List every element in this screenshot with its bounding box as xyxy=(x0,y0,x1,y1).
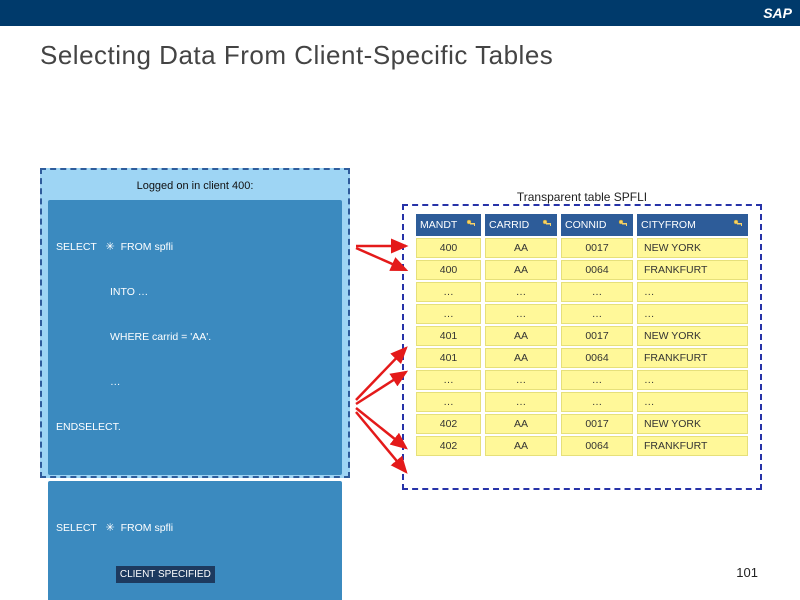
key-icon xyxy=(617,218,629,230)
col-cityfrom: CITYFROM xyxy=(637,214,748,236)
table-row: 401AA0064FRANKFURT xyxy=(416,348,748,368)
table-cell: … xyxy=(561,282,633,302)
code-line: INTO … xyxy=(56,285,334,300)
code-block-2: SELECT FROM spfli CLIENT SPECIFIED INTO … xyxy=(48,481,342,600)
table-cell: AA xyxy=(485,238,557,258)
page-title: Selecting Data From Client-Specific Tabl… xyxy=(40,40,553,71)
asterisk-icon xyxy=(103,522,118,534)
code-line: SELECT FROM spfli xyxy=(56,240,334,255)
code-line: CLIENT SPECIFIED xyxy=(56,566,334,583)
table-cell: … xyxy=(416,392,481,412)
key-icon xyxy=(465,218,477,230)
table-row: ………… xyxy=(416,392,748,412)
table-cell: … xyxy=(416,304,481,324)
col-carrid: CARRID xyxy=(485,214,557,236)
table-cell: … xyxy=(561,370,633,390)
table-cell: … xyxy=(485,370,557,390)
table-cell: … xyxy=(637,392,748,412)
table-row: 401AA0017NEW YORK xyxy=(416,326,748,346)
table-cell: 0064 xyxy=(561,260,633,280)
code-panel: Logged on in client 400: SELECT FROM spf… xyxy=(40,168,350,478)
table-cell: … xyxy=(416,370,481,390)
table-cell: … xyxy=(637,370,748,390)
table-row: ………… xyxy=(416,282,748,302)
key-icon xyxy=(732,218,744,230)
table-cell: AA xyxy=(485,326,557,346)
table-cell: 0017 xyxy=(561,326,633,346)
table-cell: 402 xyxy=(416,436,481,456)
client-specified-badge: CLIENT SPECIFIED xyxy=(116,566,215,583)
table-row: 400AA0017NEW YORK xyxy=(416,238,748,258)
table-cell: AA xyxy=(485,414,557,434)
table-row: 402AA0064FRANKFURT xyxy=(416,436,748,456)
table-cell: 0064 xyxy=(561,348,633,368)
table-cell: … xyxy=(485,304,557,324)
db-table-wrap: MANDT CARRID CONNID CITYFROM 400AA0017NE… xyxy=(402,204,762,490)
table-cell: 401 xyxy=(416,326,481,346)
code-line: SELECT FROM spfli xyxy=(56,521,334,536)
code-line: ENDSELECT. xyxy=(56,420,334,435)
code-line: … xyxy=(56,375,334,390)
table-row: ………… xyxy=(416,304,748,324)
table-cell: … xyxy=(485,392,557,412)
table-cell: FRANKFURT xyxy=(637,260,748,280)
page-number: 101 xyxy=(736,565,758,580)
table-row: 400AA0064FRANKFURT xyxy=(416,260,748,280)
table-cell: 400 xyxy=(416,238,481,258)
title-bar: SAP xyxy=(0,0,800,26)
table-cell: FRANKFURT xyxy=(637,436,748,456)
table-cell: 401 xyxy=(416,348,481,368)
table-cell: 0064 xyxy=(561,436,633,456)
code-block-1: SELECT FROM spfli INTO … WHERE carrid = … xyxy=(48,200,342,475)
table-cell: FRANKFURT xyxy=(637,348,748,368)
table-cell: NEW YORK xyxy=(637,238,748,258)
table-cell: … xyxy=(637,282,748,302)
table-cell: 402 xyxy=(416,414,481,434)
table-cell: AA xyxy=(485,260,557,280)
table-cell: NEW YORK xyxy=(637,414,748,434)
table-cell: AA xyxy=(485,436,557,456)
table-cell: AA xyxy=(485,348,557,368)
key-icon xyxy=(541,218,553,230)
col-connid: CONNID xyxy=(561,214,633,236)
table-cell: 0017 xyxy=(561,414,633,434)
table-cell: … xyxy=(485,282,557,302)
table-cell: … xyxy=(561,392,633,412)
table-cell: … xyxy=(416,282,481,302)
db-table: MANDT CARRID CONNID CITYFROM 400AA0017NE… xyxy=(412,212,752,458)
table-cell: NEW YORK xyxy=(637,326,748,346)
col-mandt: MANDT xyxy=(416,214,481,236)
table-cell: 400 xyxy=(416,260,481,280)
table-title: Transparent table SPFLI xyxy=(402,190,762,204)
table-row: ………… xyxy=(416,370,748,390)
code-line: WHERE carrid = 'AA'. xyxy=(56,330,334,345)
asterisk-icon xyxy=(103,241,118,253)
sap-logo: SAP xyxy=(763,5,792,21)
panel-caption: Logged on in client 400: xyxy=(48,174,342,200)
table-cell: 0017 xyxy=(561,238,633,258)
table-row: 402AA0017NEW YORK xyxy=(416,414,748,434)
table-cell: … xyxy=(637,304,748,324)
table-cell: … xyxy=(561,304,633,324)
